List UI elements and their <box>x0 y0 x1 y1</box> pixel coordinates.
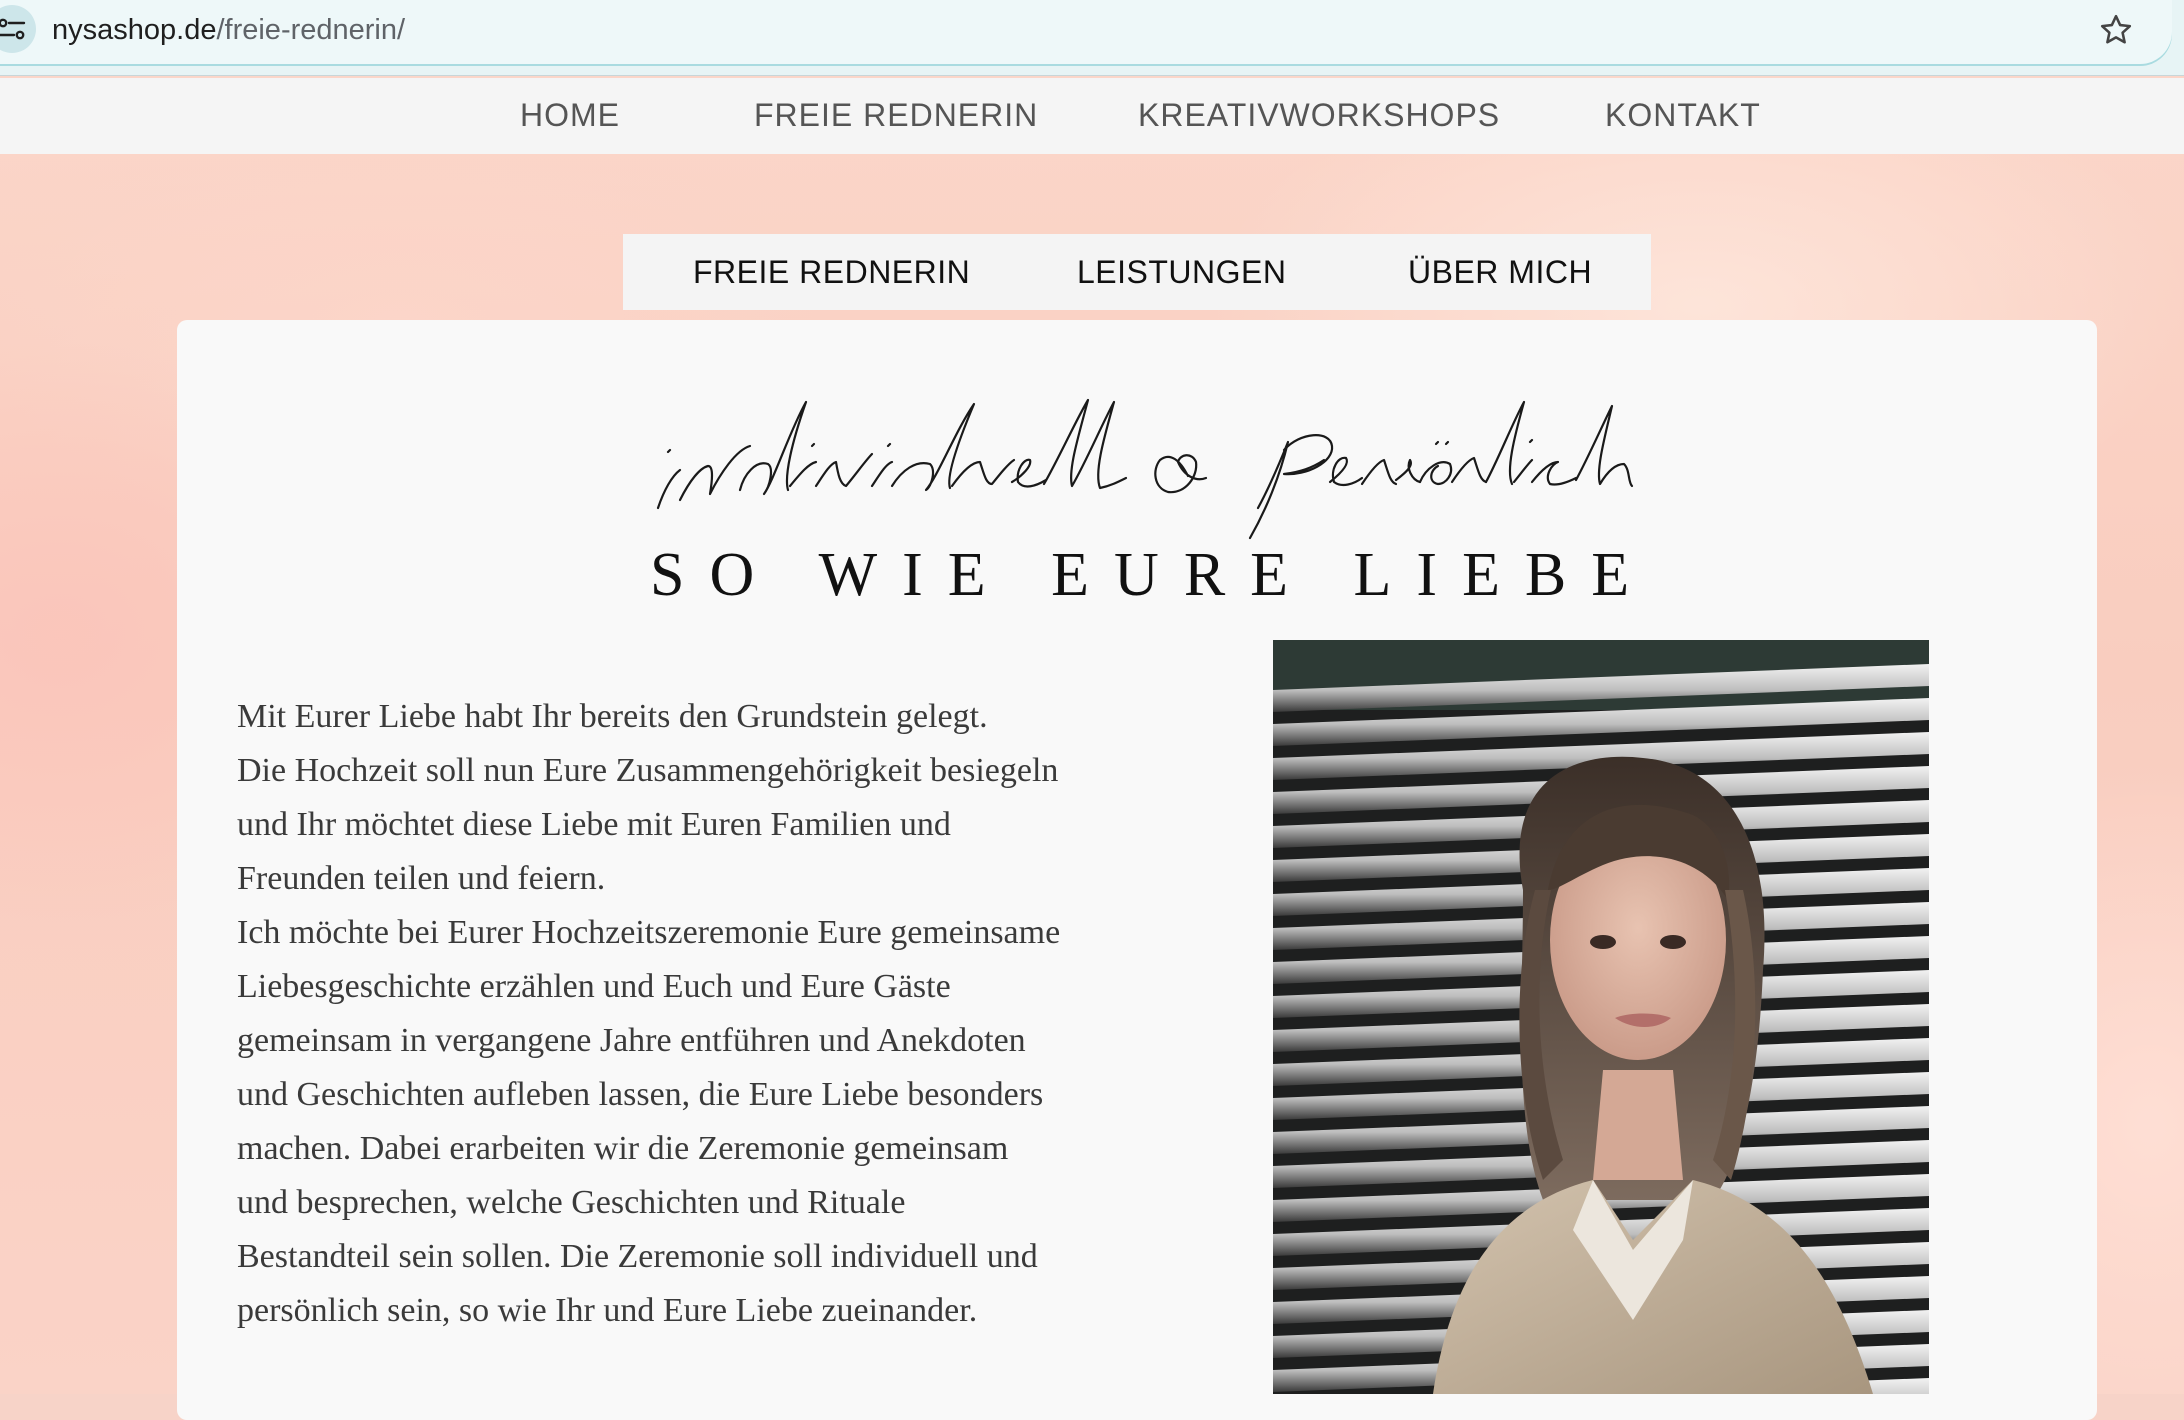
intro-text: Mit Eurer Liebe habt Ihr bereits den Gru… <box>237 690 1137 1338</box>
text-line: Die Hochzeit soll nun Eure Zusammengehör… <box>237 752 1059 789</box>
text-line: gemeinsam in vergangene Jahre entführen … <box>237 1022 1026 1059</box>
text-line: und Ihr möchtet diese Liebe mit Euren Fa… <box>237 806 951 843</box>
main-nav: HOME FREIE REDNERIN KREATIVWORKSHOPS KON… <box>0 78 2184 154</box>
url-path: /freie-rednerin/ <box>216 14 406 46</box>
subnav-item-freie-rednerin[interactable]: FREIE REDNERIN <box>693 234 970 310</box>
tune-icon[interactable] <box>0 5 36 53</box>
text-line: Bestandteil sein sollen. Die Zeremonie s… <box>237 1238 1038 1275</box>
subnav-item-ueber-mich[interactable]: ÜBER MICH <box>1408 234 1592 310</box>
portrait-photo <box>1273 640 1929 1394</box>
headline: SO WIE EURE LIEBE <box>650 541 1655 609</box>
sub-nav: FREIE REDNERIN LEISTUNGEN ÜBER MICH <box>623 234 1651 310</box>
text-line: und Geschichten aufleben lassen, die Eur… <box>237 1076 1044 1113</box>
nav-item-kreativworkshops[interactable]: KREATIVWORKSHOPS <box>1138 78 1500 154</box>
text-line: persönlich sein, so wie Ihr und Eure Lie… <box>237 1292 978 1329</box>
text-line: Mit Eurer Liebe habt Ihr bereits den Gru… <box>237 698 988 735</box>
url-host: nysashop.de <box>52 14 217 46</box>
text-line: Freunden teilen und feiern. <box>237 860 606 897</box>
script-heading-graphic <box>656 398 1634 540</box>
nav-item-kontakt[interactable]: KONTAKT <box>1605 78 1761 154</box>
nav-item-freie-rednerin[interactable]: FREIE REDNERIN <box>754 78 1038 154</box>
text-line: und besprechen, welche Geschichten und R… <box>237 1184 906 1221</box>
nav-item-home[interactable]: HOME <box>520 78 620 154</box>
text-line: machen. Dabei erarbeiten wir die Zeremon… <box>237 1130 1009 1167</box>
url-text[interactable]: nysashop.de/freie-rednerin/ <box>52 10 405 50</box>
subnav-item-leistungen[interactable]: LEISTUNGEN <box>1077 234 1286 310</box>
star-icon[interactable] <box>2098 12 2134 48</box>
browser-toolbar: nysashop.de/freie-rednerin/ <box>0 0 2184 76</box>
text-line: Ich möchte bei Eurer Hochzeitszeremonie … <box>237 914 1061 951</box>
text-line: Liebesgeschichte erzählen und Euch und E… <box>237 968 951 1005</box>
address-bar[interactable]: nysashop.de/freie-rednerin/ <box>0 0 2172 64</box>
